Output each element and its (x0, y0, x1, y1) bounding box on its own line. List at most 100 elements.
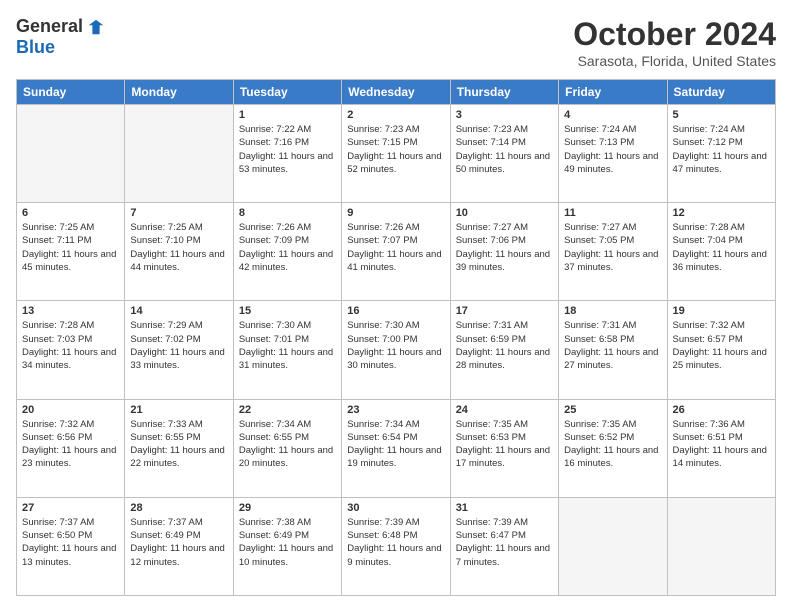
day-number: 28 (130, 502, 227, 514)
calendar-week-2: 6 Sunrise: 7:25 AM Sunset: 7:11 PM Daylig… (17, 203, 776, 301)
calendar-cell-w2-d3: 9 Sunrise: 7:26 AM Sunset: 7:07 PM Daylig… (342, 203, 450, 301)
day-info: Sunrise: 7:25 AM Sunset: 7:10 PM Dayligh… (130, 221, 227, 274)
day-number: 5 (673, 109, 770, 121)
header: General Blue October 2024 Sarasota, Flor… (16, 16, 776, 69)
day-info: Sunrise: 7:34 AM Sunset: 6:55 PM Dayligh… (239, 418, 336, 471)
day-info: Sunrise: 7:39 AM Sunset: 6:47 PM Dayligh… (456, 516, 553, 569)
calendar-cell-w1-d3: 2 Sunrise: 7:23 AM Sunset: 7:15 PM Daylig… (342, 105, 450, 203)
day-number: 19 (673, 305, 770, 317)
day-number: 8 (239, 207, 336, 219)
logo-flag-icon (87, 18, 105, 36)
calendar-cell-w3-d1: 14 Sunrise: 7:29 AM Sunset: 7:02 PM Dayli… (125, 301, 233, 399)
logo: General Blue (16, 16, 105, 58)
day-info: Sunrise: 7:32 AM Sunset: 6:56 PM Dayligh… (22, 418, 119, 471)
calendar-cell-w3-d3: 16 Sunrise: 7:30 AM Sunset: 7:00 PM Dayli… (342, 301, 450, 399)
calendar-cell-w3-d6: 19 Sunrise: 7:32 AM Sunset: 6:57 PM Dayli… (667, 301, 775, 399)
day-number: 7 (130, 207, 227, 219)
calendar-cell-w2-d1: 7 Sunrise: 7:25 AM Sunset: 7:10 PM Daylig… (125, 203, 233, 301)
day-info: Sunrise: 7:37 AM Sunset: 6:49 PM Dayligh… (130, 516, 227, 569)
calendar-cell-w1-d5: 4Sunrise: 7:24 AM Sunset: 7:13 PM Daylig… (559, 105, 667, 203)
calendar-cell-w5-d2: 29Sunrise: 7:38 AM Sunset: 6:49 PM Dayli… (233, 497, 341, 595)
day-info: Sunrise: 7:24 AM Sunset: 7:12 PM Dayligh… (673, 123, 770, 176)
day-number: 13 (22, 305, 119, 317)
title-area: October 2024 Sarasota, Florida, United S… (573, 16, 776, 69)
calendar-cell-w4-d0: 20 Sunrise: 7:32 AM Sunset: 6:56 PM Dayli… (17, 399, 125, 497)
day-number: 10 (456, 207, 553, 219)
day-number: 9 (347, 207, 444, 219)
day-info: Sunrise: 7:28 AM Sunset: 7:04 PM Dayligh… (673, 221, 770, 274)
day-info: Sunrise: 7:30 AM Sunset: 7:00 PM Dayligh… (347, 319, 444, 372)
day-info: Sunrise: 7:35 AM Sunset: 6:52 PM Dayligh… (564, 418, 661, 471)
day-info: Sunrise: 7:22 AM Sunset: 7:16 PM Dayligh… (239, 123, 336, 176)
col-friday: Friday (559, 80, 667, 105)
logo-general-text: General (16, 16, 83, 37)
day-info: Sunrise: 7:39 AM Sunset: 6:48 PM Dayligh… (347, 516, 444, 569)
col-sunday: Sunday (17, 80, 125, 105)
day-info: Sunrise: 7:31 AM Sunset: 6:59 PM Dayligh… (456, 319, 553, 372)
day-number: 15 (239, 305, 336, 317)
day-info: Sunrise: 7:26 AM Sunset: 7:07 PM Dayligh… (347, 221, 444, 274)
day-info: Sunrise: 7:37 AM Sunset: 6:50 PM Dayligh… (22, 516, 119, 569)
day-info: Sunrise: 7:35 AM Sunset: 6:53 PM Dayligh… (456, 418, 553, 471)
day-number: 16 (347, 305, 444, 317)
day-number: 14 (130, 305, 227, 317)
day-info: Sunrise: 7:36 AM Sunset: 6:51 PM Dayligh… (673, 418, 770, 471)
day-info: Sunrise: 7:29 AM Sunset: 7:02 PM Dayligh… (130, 319, 227, 372)
col-wednesday: Wednesday (342, 80, 450, 105)
calendar-cell-w4-d4: 24 Sunrise: 7:35 AM Sunset: 6:53 PM Dayli… (450, 399, 558, 497)
calendar-cell-w4-d6: 26 Sunrise: 7:36 AM Sunset: 6:51 PM Dayli… (667, 399, 775, 497)
calendar-cell-w2-d6: 12Sunrise: 7:28 AM Sunset: 7:04 PM Dayli… (667, 203, 775, 301)
calendar-cell-w5-d1: 28 Sunrise: 7:37 AM Sunset: 6:49 PM Dayli… (125, 497, 233, 595)
day-number: 30 (347, 502, 444, 514)
calendar-cell-w4-d3: 23Sunrise: 7:34 AM Sunset: 6:54 PM Dayli… (342, 399, 450, 497)
day-number: 27 (22, 502, 119, 514)
day-number: 18 (564, 305, 661, 317)
day-info: Sunrise: 7:25 AM Sunset: 7:11 PM Dayligh… (22, 221, 119, 274)
calendar-cell-w3-d4: 17 Sunrise: 7:31 AM Sunset: 6:59 PM Dayli… (450, 301, 558, 399)
calendar-cell-w4-d5: 25 Sunrise: 7:35 AM Sunset: 6:52 PM Dayli… (559, 399, 667, 497)
day-number: 26 (673, 404, 770, 416)
calendar-cell-w1-d1 (125, 105, 233, 203)
day-number: 21 (130, 404, 227, 416)
calendar-table: Sunday Monday Tuesday Wednesday Thursday… (16, 79, 776, 596)
logo-blue-text: Blue (16, 37, 55, 58)
calendar-cell-w2-d5: 11 Sunrise: 7:27 AM Sunset: 7:05 PM Dayli… (559, 203, 667, 301)
col-tuesday: Tuesday (233, 80, 341, 105)
day-info: Sunrise: 7:27 AM Sunset: 7:06 PM Dayligh… (456, 221, 553, 274)
day-info: Sunrise: 7:24 AM Sunset: 7:13 PM Dayligh… (564, 123, 661, 176)
day-number: 25 (564, 404, 661, 416)
day-info: Sunrise: 7:27 AM Sunset: 7:05 PM Dayligh… (564, 221, 661, 274)
calendar-cell-w1-d2: 1 Sunrise: 7:22 AM Sunset: 7:16 PM Daylig… (233, 105, 341, 203)
day-number: 20 (22, 404, 119, 416)
day-info: Sunrise: 7:34 AM Sunset: 6:54 PM Dayligh… (347, 418, 444, 471)
day-number: 1 (239, 109, 336, 121)
day-number: 17 (456, 305, 553, 317)
calendar-cell-w5-d5 (559, 497, 667, 595)
day-number: 2 (347, 109, 444, 121)
day-number: 29 (239, 502, 336, 514)
day-number: 11 (564, 207, 661, 219)
day-number: 24 (456, 404, 553, 416)
calendar-cell-w4-d1: 21 Sunrise: 7:33 AM Sunset: 6:55 PM Dayli… (125, 399, 233, 497)
calendar-header-row: Sunday Monday Tuesday Wednesday Thursday… (17, 80, 776, 105)
calendar-week-4: 20 Sunrise: 7:32 AM Sunset: 6:56 PM Dayli… (17, 399, 776, 497)
calendar-week-1: 1 Sunrise: 7:22 AM Sunset: 7:16 PM Daylig… (17, 105, 776, 203)
day-info: Sunrise: 7:33 AM Sunset: 6:55 PM Dayligh… (130, 418, 227, 471)
day-info: Sunrise: 7:32 AM Sunset: 6:57 PM Dayligh… (673, 319, 770, 372)
day-number: 6 (22, 207, 119, 219)
calendar-cell-w2-d2: 8 Sunrise: 7:26 AM Sunset: 7:09 PM Daylig… (233, 203, 341, 301)
calendar-week-3: 13Sunrise: 7:28 AM Sunset: 7:03 PM Dayli… (17, 301, 776, 399)
day-info: Sunrise: 7:31 AM Sunset: 6:58 PM Dayligh… (564, 319, 661, 372)
col-thursday: Thursday (450, 80, 558, 105)
day-info: Sunrise: 7:30 AM Sunset: 7:01 PM Dayligh… (239, 319, 336, 372)
day-info: Sunrise: 7:23 AM Sunset: 7:14 PM Dayligh… (456, 123, 553, 176)
calendar-cell-w5-d6 (667, 497, 775, 595)
day-number: 22 (239, 404, 336, 416)
day-number: 3 (456, 109, 553, 121)
day-number: 31 (456, 502, 553, 514)
calendar-cell-w2-d4: 10 Sunrise: 7:27 AM Sunset: 7:06 PM Dayli… (450, 203, 558, 301)
calendar-cell-w4-d2: 22 Sunrise: 7:34 AM Sunset: 6:55 PM Dayli… (233, 399, 341, 497)
day-info: Sunrise: 7:26 AM Sunset: 7:09 PM Dayligh… (239, 221, 336, 274)
day-info: Sunrise: 7:23 AM Sunset: 7:15 PM Dayligh… (347, 123, 444, 176)
month-title: October 2024 (573, 16, 776, 53)
